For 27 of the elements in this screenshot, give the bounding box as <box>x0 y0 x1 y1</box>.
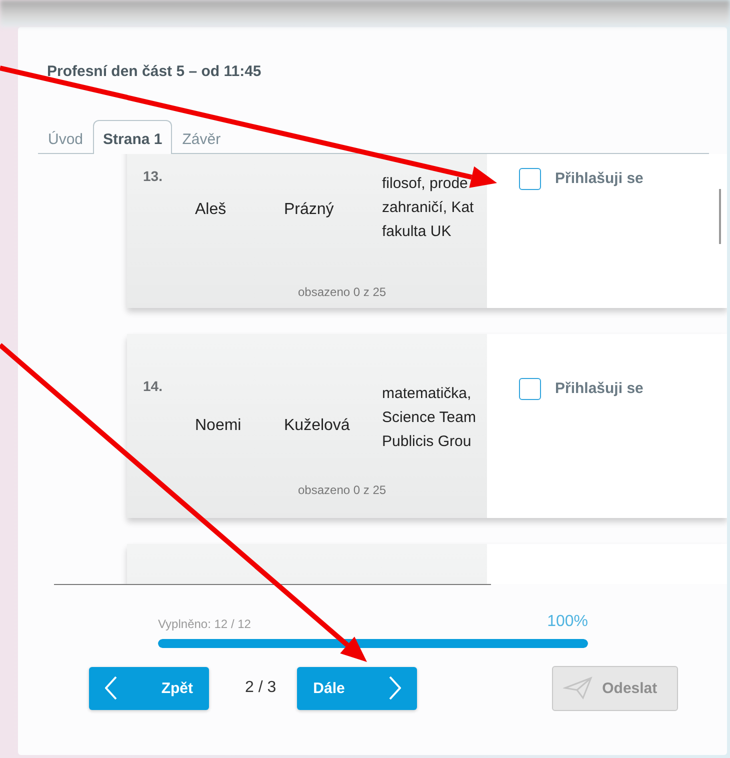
next-button[interactable]: Dále <box>297 666 418 710</box>
first-name: Noemi <box>195 417 242 435</box>
speaker-number: 13. <box>143 168 164 184</box>
paper-plane-icon <box>563 676 594 700</box>
signup-checkbox[interactable] <box>519 378 541 400</box>
last-name: Prázný <box>284 201 335 219</box>
back-button[interactable]: Zpět <box>89 666 209 710</box>
first-name: Aleš <box>195 201 228 219</box>
capacity-text: obsazeno 0 z 25 <box>297 284 388 300</box>
tab[interactable]: Závěr <box>172 124 231 154</box>
speaker-description: filosof, prode zahraničí, Kat fakulta UK <box>382 174 475 242</box>
last-name: Kuželová <box>284 417 351 435</box>
tab[interactable]: Úvod <box>38 124 94 154</box>
progress-label: Vyplněno: 12 / 12 <box>158 616 251 630</box>
signup-label[interactable]: Přihlašuji se <box>555 170 644 186</box>
tab[interactable]: Strana 1 <box>93 120 172 154</box>
speaker-number: 14. <box>143 378 164 394</box>
signup-checkbox[interactable] <box>519 168 541 190</box>
chevron-left-icon <box>105 676 117 700</box>
speaker-description: matematička, Science Team Publicis Grou <box>382 384 477 452</box>
form-title: Profesní den část 5 – od 11:45 <box>47 63 262 80</box>
capacity-text: obsazeno 0 z 25 <box>297 482 388 498</box>
chevron-right-icon <box>389 676 402 700</box>
signup-label[interactable]: Přihlašuji se <box>555 380 644 396</box>
scrollbar-thumb[interactable] <box>719 188 721 244</box>
progress-percent: 100% <box>547 612 588 630</box>
page-indicator: 2 / 3 <box>245 679 276 697</box>
